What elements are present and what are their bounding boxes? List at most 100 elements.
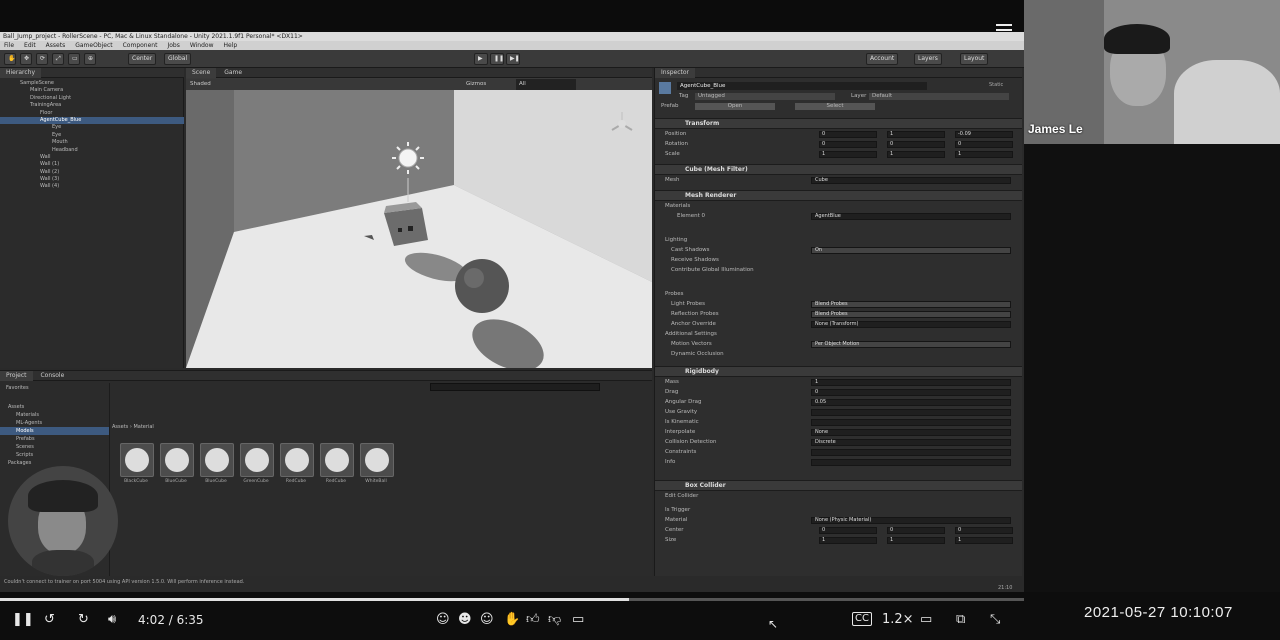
theater-mode-icon[interactable]: ▭ — [920, 610, 932, 630]
folder-item-selected[interactable]: Models — [0, 427, 109, 435]
rewind-icon[interactable]: ↺ — [44, 610, 55, 630]
hierarchy-item[interactable]: Wall (4) — [0, 183, 184, 190]
scene-search-input[interactable]: All — [516, 79, 576, 90]
thumbs-up-icon[interactable]: 👍︎ — [526, 610, 540, 630]
picture-in-picture-icon[interactable]: ⧉ — [956, 610, 965, 630]
rotation-z[interactable]: 0 — [955, 141, 1013, 148]
tab-scene[interactable]: Scene — [186, 68, 217, 78]
mesh-field[interactable]: Cube — [811, 177, 1011, 184]
favorites-label[interactable]: Favorites — [0, 383, 109, 393]
position-z[interactable]: -0.09 — [955, 131, 1013, 138]
rigidbody-header[interactable]: Rigidbody — [655, 366, 1022, 377]
menu-jobs[interactable]: Jobs — [167, 41, 179, 50]
anchor-override-field[interactable]: None (Transform) — [811, 321, 1011, 328]
reaction-laugh-icon[interactable]: ☺ — [436, 610, 450, 630]
reaction-smile-icon[interactable]: ☺ — [480, 610, 494, 630]
menu-gameobject[interactable]: GameObject — [75, 41, 112, 50]
center-x[interactable]: 0 — [819, 527, 877, 534]
hierarchy-item[interactable]: Eye — [0, 124, 184, 131]
move-tool-icon[interactable]: ✥ — [20, 53, 32, 65]
rigidbody-row-value[interactable]: 1 — [811, 379, 1011, 386]
mesh-filter-header[interactable]: Cube (Mesh Filter) — [655, 164, 1022, 175]
volume-icon[interactable]: 🔊︎ — [108, 610, 116, 630]
materials-label[interactable]: Materials — [665, 202, 690, 211]
box-collider-header[interactable]: Box Collider — [655, 480, 1022, 491]
static-checkbox[interactable]: Static — [989, 82, 1003, 88]
center-y[interactable]: 0 — [887, 527, 945, 534]
edit-collider-label[interactable]: Edit Collider — [665, 492, 698, 501]
material-thumbnail[interactable] — [360, 443, 394, 477]
project-search-input[interactable] — [430, 383, 600, 391]
folder-item[interactable]: Prefabs — [0, 435, 109, 443]
scale-y[interactable]: 1 — [887, 151, 945, 158]
tag-dropdown[interactable]: Untagged — [695, 93, 835, 100]
tab-console[interactable]: Console — [34, 371, 70, 381]
folder-item[interactable]: Scripts — [0, 451, 109, 459]
physic-material-field[interactable]: None (Physic Material) — [811, 517, 1011, 524]
mesh-renderer-header[interactable]: Mesh Renderer — [655, 190, 1022, 201]
tab-game[interactable]: Game — [218, 68, 248, 78]
captions-button[interactable]: CC — [852, 612, 872, 626]
hand-tool-icon[interactable]: ✋ — [4, 53, 16, 65]
size-z[interactable]: 1 — [955, 537, 1013, 544]
hierarchy-item[interactable]: SampleScene — [0, 80, 184, 87]
gizmos-dropdown[interactable]: Gizmos — [466, 79, 486, 90]
status-message[interactable]: Couldn't connect to trainer on port 5004… — [4, 578, 244, 586]
menu-component[interactable]: Component — [123, 41, 158, 50]
size-y[interactable]: 1 — [887, 537, 945, 544]
hierarchy-item-selected[interactable]: AgentCube_Blue — [0, 116, 184, 125]
rigidbody-row-value[interactable]: None — [811, 429, 1011, 436]
probes-label[interactable]: Probes — [665, 290, 683, 299]
rigidbody-row-value[interactable] — [811, 459, 1011, 466]
layers-dropdown[interactable]: Layers — [914, 53, 942, 65]
tab-hierarchy[interactable]: Hierarchy — [0, 68, 42, 78]
position-y[interactable]: 1 — [887, 131, 945, 138]
additional-settings-label[interactable]: Additional Settings — [665, 330, 717, 339]
account-dropdown[interactable]: Account — [866, 53, 899, 65]
folder-item[interactable]: Assets — [0, 403, 109, 411]
tab-project[interactable]: Project — [0, 371, 33, 381]
hierarchy-item[interactable]: Floor — [0, 110, 184, 117]
space-toggle[interactable]: Global — [164, 53, 192, 65]
scale-x[interactable]: 1 — [819, 151, 877, 158]
open-prefab-button[interactable]: Open — [695, 103, 775, 110]
hierarchy-item[interactable]: Headband — [0, 147, 184, 154]
thumbs-down-icon[interactable]: 👎︎ — [548, 610, 561, 630]
material-thumbnail[interactable] — [160, 443, 194, 477]
hierarchy-item[interactable]: Mouth — [0, 139, 184, 146]
folder-item[interactable]: ML-Agents — [0, 419, 109, 427]
pause-icon[interactable]: ❚❚ — [490, 53, 504, 65]
material-thumbnail[interactable] — [120, 443, 154, 477]
reflection-probes-dropdown[interactable]: Blend Probes — [811, 311, 1011, 318]
shading-dropdown[interactable]: Shaded — [190, 79, 211, 90]
rotate-tool-icon[interactable]: ⟳ — [36, 53, 48, 65]
hierarchy-item[interactable]: Eye — [0, 132, 184, 139]
center-z[interactable]: 0 — [955, 527, 1013, 534]
rigidbody-row-value[interactable] — [811, 409, 1011, 416]
menu-edit[interactable]: Edit — [24, 41, 36, 50]
material-thumbnail[interactable] — [200, 443, 234, 477]
rigidbody-row-value[interactable]: Discrete — [811, 439, 1011, 446]
breadcrumb-item[interactable]: Material — [133, 424, 153, 430]
hierarchy-item[interactable]: Wall (1) — [0, 161, 184, 168]
object-name-field[interactable]: AgentCube_Blue — [677, 82, 927, 90]
rigidbody-row-value[interactable]: 0 — [811, 389, 1011, 396]
element-field[interactable]: AgentBlue — [811, 213, 1011, 220]
hierarchy-item[interactable]: Wall — [0, 154, 184, 161]
reaction-clap-icon[interactable]: ✋ — [504, 610, 520, 630]
play-icon[interactable]: ▶ — [474, 53, 488, 65]
breadcrumb-item[interactable]: Assets — [112, 424, 128, 430]
rigidbody-row-value[interactable] — [811, 419, 1011, 426]
menu-window[interactable]: Window — [190, 41, 214, 50]
layer-dropdown[interactable]: Default — [869, 93, 1009, 100]
menu-file[interactable]: File — [4, 41, 14, 50]
rect-tool-icon[interactable]: ▭ — [68, 53, 80, 65]
select-prefab-button[interactable]: Select — [795, 103, 875, 110]
cast-shadows-dropdown[interactable]: On — [811, 247, 1011, 254]
scale-tool-icon[interactable]: ⤢ — [52, 53, 64, 65]
layout-dropdown[interactable]: Layout — [960, 53, 989, 65]
reaction-grin-icon[interactable]: ☻ — [458, 610, 472, 630]
rotation-y[interactable]: 0 — [887, 141, 945, 148]
forward-icon[interactable]: ↻ — [78, 610, 89, 630]
scene-viewport[interactable] — [186, 90, 652, 368]
